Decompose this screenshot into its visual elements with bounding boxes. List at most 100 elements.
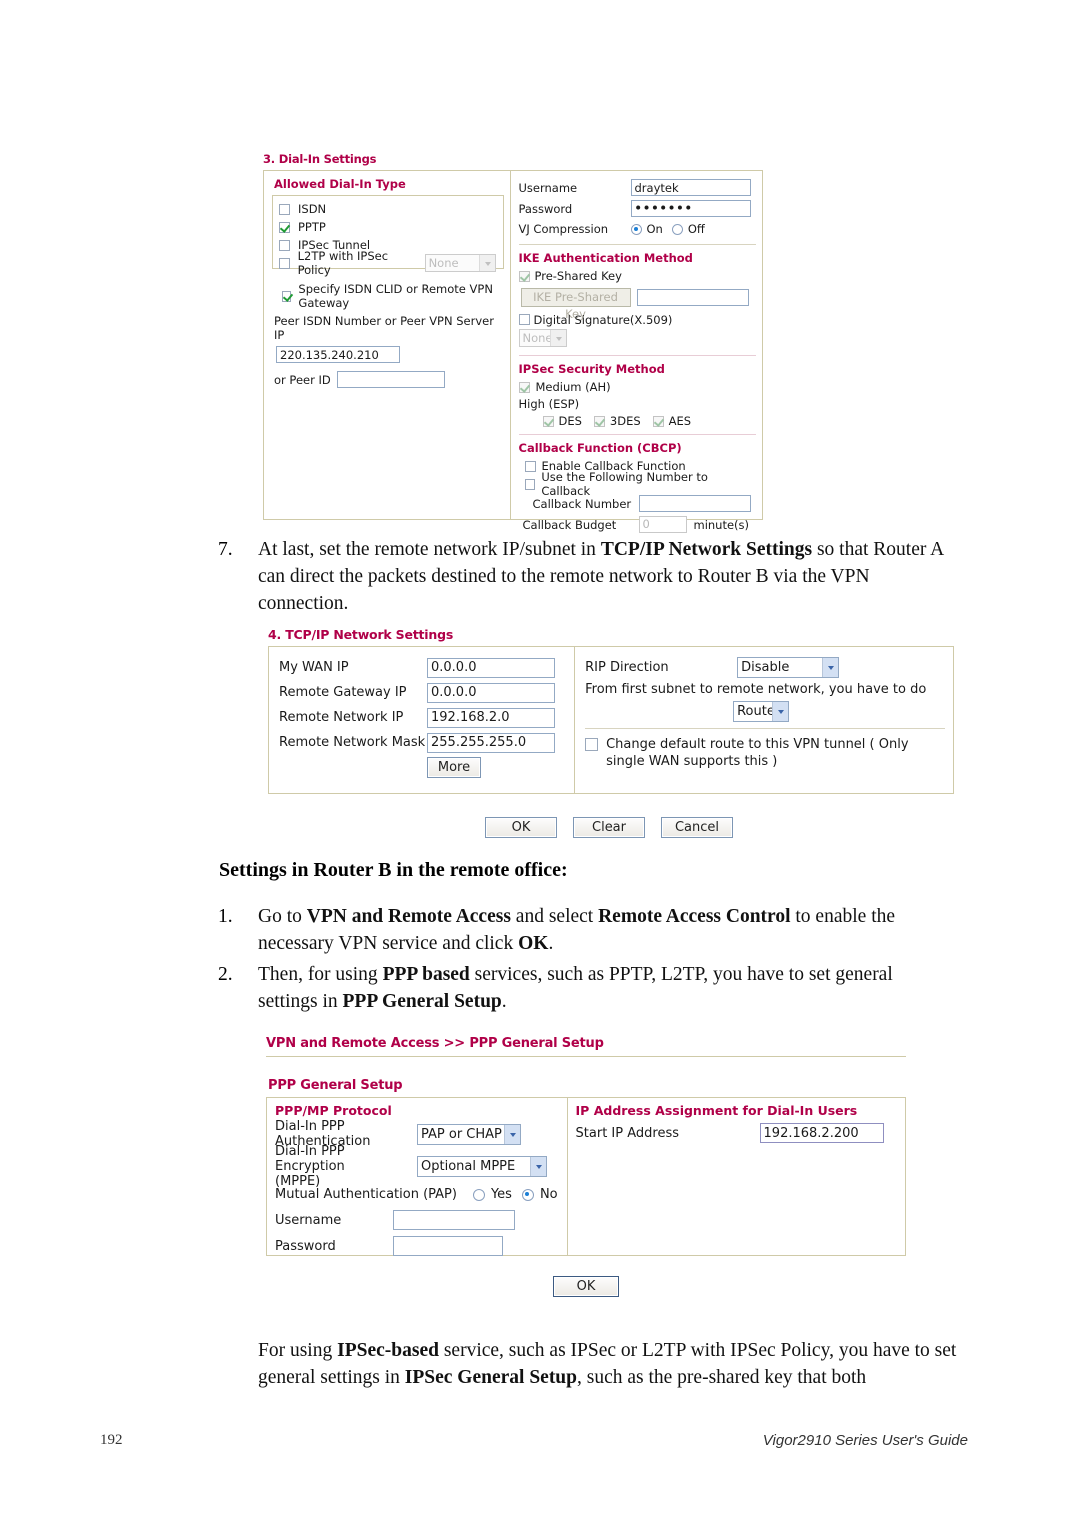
dialin-ppp-mppe-select[interactable]: Optional MPPE xyxy=(417,1155,547,1177)
digital-signature-row[interactable]: Digital Signature(X.509) xyxy=(518,310,757,329)
dialin-type-isdn[interactable]: ISDN xyxy=(279,200,497,218)
ike-preshared-key-button[interactable]: IKE Pre-Shared Key xyxy=(520,288,631,321)
step-b1-part2: and select xyxy=(510,906,599,927)
preshared-key-row[interactable]: Pre-Shared Key xyxy=(518,267,757,285)
final-bold1: IPSec-based xyxy=(337,1340,439,1361)
dialin-settings-screenshot: 3. Dial-In Settings Allowed Dial-In Type… xyxy=(263,152,763,533)
pptp-checkbox[interactable] xyxy=(279,221,290,233)
route-select[interactable]: Route xyxy=(733,701,790,722)
callback-budget-input[interactable]: 0 xyxy=(638,516,687,533)
3des-checkbox[interactable] xyxy=(593,415,605,427)
step-b1-paragraph: Go to VPN and Remote Access and select R… xyxy=(258,903,926,957)
step-b2-paragraph: Then, for using PPP based services, such… xyxy=(258,961,926,1015)
step-7-paragraph: At last, set the remote network IP/subne… xyxy=(258,536,960,617)
callback-number-input[interactable] xyxy=(638,495,751,512)
username-row: Username xyxy=(519,177,757,198)
final-part3: , such as the pre-shared key that both xyxy=(577,1367,867,1388)
remote-network-mask-input[interactable] xyxy=(427,732,555,753)
username-label: Username xyxy=(518,180,578,195)
peer-id-label: or Peer ID xyxy=(274,372,331,387)
tcpip-settings-title: 4. TCP/IP Network Settings xyxy=(268,627,454,642)
callback-budget-row: Callback Budget 0 minute(s) xyxy=(523,514,757,535)
ok-button[interactable]: OK xyxy=(485,817,557,838)
ppp-password-input[interactable] xyxy=(393,1236,503,1256)
dialin-type-l2tp[interactable]: L2TP with IPSec Policy None xyxy=(279,249,497,277)
start-ip-address-input[interactable] xyxy=(759,1123,884,1143)
step-7-number: 7. xyxy=(218,539,233,560)
vj-on-label: On xyxy=(646,222,663,236)
dialin-ppp-mppe-label: Dial-In PPP Encryption (MPPE) xyxy=(275,1144,417,1189)
vj-off-radio[interactable] xyxy=(671,223,683,235)
use-following-number-checkbox[interactable] xyxy=(524,478,536,490)
ppp-breadcrumb: VPN and Remote Access >> PPP General Set… xyxy=(266,1036,604,1051)
clear-button[interactable]: Clear xyxy=(573,817,645,838)
my-wan-ip-label: My WAN IP xyxy=(279,660,349,675)
specify-clid-checkbox[interactable] xyxy=(282,290,292,302)
peer-id-input[interactable] xyxy=(336,371,445,388)
enable-callback-checkbox[interactable] xyxy=(524,460,536,472)
isdn-label: ISDN xyxy=(298,202,327,216)
isdn-checkbox[interactable] xyxy=(279,203,290,215)
allowed-dialin-type-column: Allowed Dial-In Type ISDN PPTP IPSec Tun… xyxy=(264,171,510,519)
aes-label: AES xyxy=(668,414,692,428)
vj-on-radio[interactable] xyxy=(630,223,642,235)
breadcrumb-underline xyxy=(266,1056,906,1057)
l2tp-policy-select[interactable]: None xyxy=(424,254,497,272)
callback-budget-label: Callback Budget xyxy=(522,517,617,532)
step-b1-bold2: Remote Access Control xyxy=(598,906,791,927)
mutual-auth-yes-radio[interactable] xyxy=(472,1188,485,1201)
divider-after-ipsec xyxy=(518,434,756,435)
dialin-type-pptp[interactable]: PPTP xyxy=(279,218,497,236)
rip-direction-select[interactable]: Disable xyxy=(737,656,840,678)
ipsec-tunnel-checkbox[interactable] xyxy=(279,239,290,251)
ppp-mp-protocol-title: PPP/MP Protocol xyxy=(275,1103,392,1118)
chevron-down-icon xyxy=(485,261,492,266)
step-b2-bold1: PPP based xyxy=(382,964,470,985)
l2tp-checkbox[interactable] xyxy=(279,257,290,269)
password-input[interactable]: ••••••• xyxy=(630,200,751,217)
allowed-dialin-type-title: Allowed Dial-In Type xyxy=(274,177,406,191)
high-esp-label: High (ESP) xyxy=(518,397,580,411)
ike-preshared-key-input[interactable] xyxy=(636,289,749,306)
digital-signature-select[interactable]: None xyxy=(518,329,567,347)
change-default-route-row[interactable]: Change default route to this VPN tunnel … xyxy=(585,736,945,770)
ppp-ok-button[interactable]: OK xyxy=(553,1276,619,1297)
use-following-number-row[interactable]: Use the Following Number to Callback xyxy=(524,470,757,498)
peer-isdn-input[interactable] xyxy=(276,346,400,363)
cancel-button[interactable]: Cancel xyxy=(661,817,733,838)
remote-network-mask-label: Remote Network Mask xyxy=(279,735,426,750)
mutual-auth-no-radio[interactable] xyxy=(521,1188,534,1201)
aes-checkbox[interactable] xyxy=(652,415,664,427)
ppp-username-input[interactable] xyxy=(393,1210,515,1230)
username-input[interactable] xyxy=(630,179,751,196)
ppp-general-setup-panel: PPP/MP Protocol Dial-In PPP Authenticati… xyxy=(266,1097,906,1256)
vj-off-label: Off xyxy=(687,222,705,236)
specify-clid-row[interactable]: Specify ISDN CLID or Remote VPN Gateway xyxy=(282,282,504,310)
chevron-down-icon xyxy=(828,665,835,670)
step-b1-bold3: OK xyxy=(518,933,549,954)
remote-network-ip-input[interactable] xyxy=(427,707,555,728)
more-button-row: More xyxy=(279,755,568,779)
des-checkbox[interactable] xyxy=(542,415,554,427)
final-part1: For using xyxy=(258,1340,338,1361)
auth-label-line1: Dial-In PPP xyxy=(275,1119,345,1134)
form-action-buttons: OK Clear Cancel xyxy=(485,817,733,838)
step-b2-number: 2. xyxy=(218,964,233,985)
more-button[interactable]: More xyxy=(427,756,481,778)
medium-ah-row[interactable]: Medium (AH) xyxy=(518,378,757,396)
digital-signature-checkbox[interactable] xyxy=(518,314,530,325)
ip-address-assignment-column: IP Address Assignment for Dial-In Users … xyxy=(568,1098,905,1255)
remote-gateway-ip-input[interactable] xyxy=(427,682,555,703)
preshared-key-checkbox[interactable] xyxy=(518,270,530,282)
ppp-username-label: Username xyxy=(275,1212,342,1228)
peer-id-row: or Peer ID xyxy=(274,371,504,388)
medium-ah-checkbox[interactable] xyxy=(518,381,530,393)
ip-assignment-title: IP Address Assignment for Dial-In Users xyxy=(575,1103,858,1118)
step-b2-part3: . xyxy=(501,991,507,1012)
my-wan-ip-input[interactable] xyxy=(427,657,555,678)
peer-isdn-label: Peer ISDN Number or Peer VPN Server IP xyxy=(274,314,494,342)
my-wan-ip-row: My WAN IP xyxy=(279,655,568,680)
step-7-bold1: TCP/IP Network Settings xyxy=(600,539,813,560)
change-default-route-checkbox[interactable] xyxy=(585,738,599,751)
dialin-ppp-auth-select[interactable]: PAP or CHAP xyxy=(417,1123,521,1145)
